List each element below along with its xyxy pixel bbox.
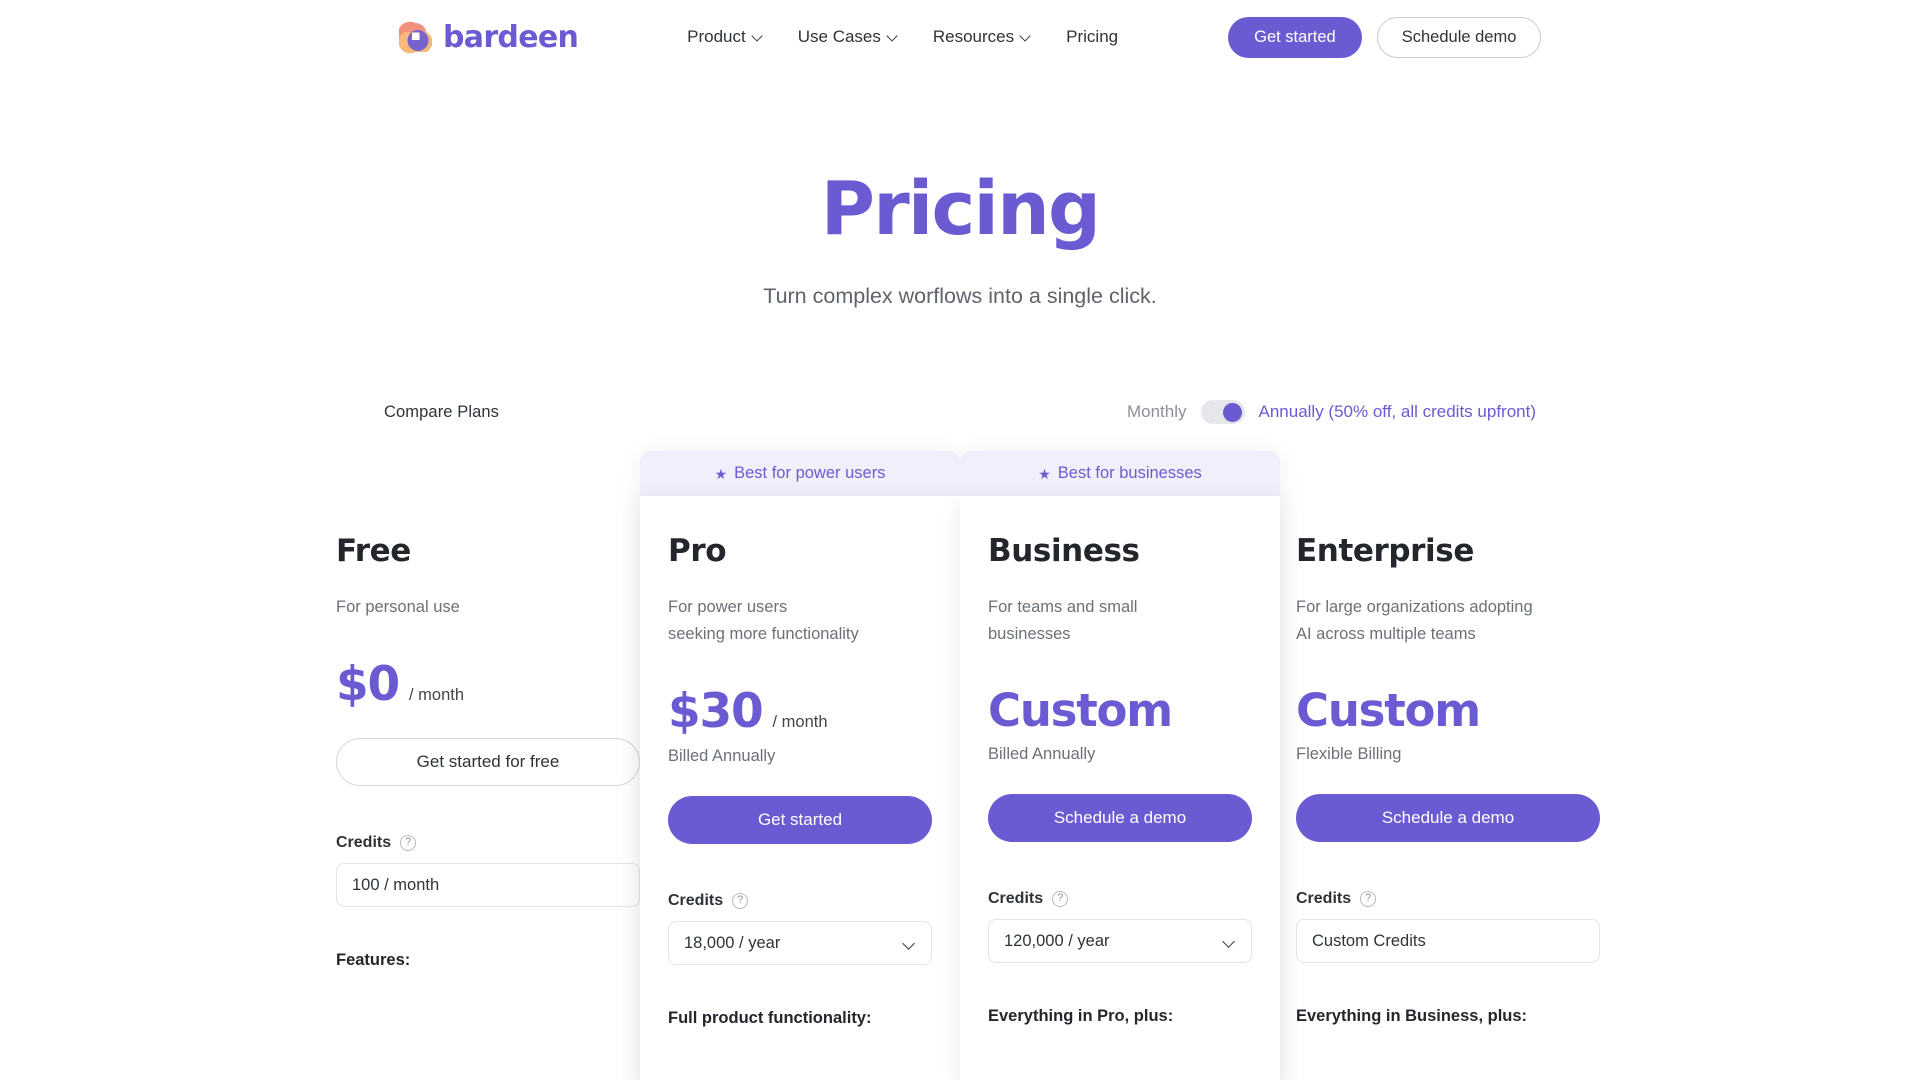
plan-cta-button[interactable]: Get started	[668, 796, 932, 845]
plan-cta-button[interactable]: Get started for free	[336, 738, 640, 787]
bardeen-logo-icon	[397, 21, 433, 54]
credits-label: Credits	[336, 834, 392, 852]
credits-select[interactable]: 18,000 / year	[668, 921, 932, 966]
plan-badge-label: Best for businesses	[1057, 464, 1202, 482]
get-started-button[interactable]: Get started	[1228, 16, 1362, 58]
billing-toggle-knob	[1222, 402, 1242, 422]
credits-input[interactable]: 100 / month	[336, 863, 640, 908]
header-actions: Get started Schedule demo	[1228, 16, 1542, 58]
billing-annual-label[interactable]: Annually (50% off, all credits upfront)	[1259, 402, 1537, 422]
chevron-down-icon	[1021, 31, 1032, 42]
plan-billed-note: Flexible Billing	[1296, 745, 1402, 764]
plan-body: Pro For power users seeking more functio…	[640, 496, 960, 1080]
plan-body: Business For teams and small businesses …	[960, 496, 1280, 1080]
pricing-plans-grid: Free For personal use $0 / month Get sta…	[320, 451, 1600, 1080]
plan-badge-label: Best for power users	[734, 464, 886, 482]
billing-toggle-switch[interactable]	[1200, 400, 1245, 424]
nav-item-label: Pricing	[1066, 27, 1119, 46]
credits-select[interactable]: 120,000 / year	[988, 919, 1252, 964]
plan-price: $30	[668, 684, 764, 740]
features-heading: Everything in Pro, plus:	[988, 1007, 1174, 1026]
plan-body: Enterprise For large organizations adopt…	[1280, 496, 1600, 1080]
plan-price: Custom	[988, 684, 1173, 738]
question-mark-icon[interactable]: ?	[1052, 891, 1069, 908]
page-title: Pricing	[820, 166, 1101, 252]
main-nav: Product Use Cases Resources Pricing	[687, 27, 1118, 47]
features-heading: Features:	[336, 951, 411, 970]
credits-label: Credits	[1296, 890, 1352, 908]
plan-name: Business	[988, 533, 1140, 569]
credits-label-row: Credits ?	[1296, 890, 1600, 908]
plan-card-business: ★ Best for businesses Business For teams…	[960, 451, 1280, 1080]
plan-description: For large organizations adopting AI acro…	[1296, 598, 1533, 644]
question-mark-icon[interactable]: ?	[400, 835, 417, 852]
plan-price-row: $0 / month	[336, 661, 640, 708]
plan-billed-note: Billed Annually	[668, 747, 776, 766]
credits-value: Custom Credits	[1312, 931, 1426, 950]
credits-value: 100 / month	[352, 875, 440, 894]
star-icon: ★	[1038, 465, 1051, 482]
nav-item-product[interactable]: Product	[687, 27, 764, 47]
plan-cta-button[interactable]: Schedule a demo	[1296, 794, 1600, 843]
plan-price-row: Custom	[988, 688, 1252, 733]
plan-description: For teams and small businesses	[988, 598, 1138, 644]
plan-badge: ★ Best for power users	[640, 451, 960, 496]
credits-label: Credits	[988, 890, 1044, 908]
nav-item-label: Use Cases	[797, 27, 881, 46]
nav-item-resources[interactable]: Resources	[933, 27, 1032, 47]
plan-badge: ★ Best for businesses	[960, 451, 1280, 496]
plan-billed-note: Billed Annually	[988, 745, 1096, 764]
plan-price: $0	[336, 657, 400, 713]
plan-price-suffix: / month	[772, 713, 828, 732]
chevron-down-icon	[753, 31, 764, 42]
credits-label-row: Credits ?	[668, 892, 932, 910]
bardeen-logo[interactable]: bardeen	[397, 19, 579, 55]
bardeen-logo-text: bardeen	[443, 19, 579, 55]
question-mark-icon[interactable]: ?	[732, 893, 749, 910]
credits-label: Credits	[668, 892, 724, 910]
credits-value: 18,000 / year	[684, 933, 781, 952]
plan-description: For personal use	[336, 598, 460, 616]
chevron-down-icon	[888, 31, 899, 42]
plan-price-suffix: / month	[409, 686, 465, 705]
plan-price-row: Custom	[1296, 688, 1600, 733]
credits-input[interactable]: Custom Credits	[1296, 919, 1600, 964]
features-heading: Full product functionality:	[668, 1009, 872, 1028]
chevron-down-icon	[903, 937, 916, 950]
plan-name: Enterprise	[1296, 533, 1474, 569]
chevron-down-icon	[1223, 935, 1236, 948]
plan-card-enterprise: Enterprise For large organizations adopt…	[1280, 451, 1600, 1080]
plan-card-free: Free For personal use $0 / month Get sta…	[320, 451, 640, 1080]
compare-plans-label: Compare Plans	[384, 402, 500, 421]
hero-section: Pricing Turn complex worflows into a sin…	[0, 172, 1920, 309]
plan-price-row: $30 / month	[668, 688, 932, 735]
billing-period-toggle[interactable]: Monthly Annually (50% off, all credits u…	[1127, 400, 1536, 424]
billing-monthly-label[interactable]: Monthly	[1127, 402, 1187, 422]
schedule-demo-button[interactable]: Schedule demo	[1376, 16, 1542, 58]
nav-item-pricing[interactable]: Pricing	[1066, 27, 1118, 47]
plan-body: Free For personal use $0 / month Get sta…	[320, 496, 640, 1080]
plan-name: Free	[336, 533, 411, 569]
nav-item-use-cases[interactable]: Use Cases	[798, 27, 899, 47]
plan-name: Pro	[668, 533, 727, 569]
compare-plans-bar: Compare Plans Monthly Annually (50% off,…	[320, 400, 1600, 424]
nav-item-label: Resources	[932, 27, 1015, 46]
credits-label-row: Credits ?	[988, 890, 1252, 908]
star-icon: ★	[714, 465, 728, 482]
question-mark-icon[interactable]: ?	[1360, 891, 1377, 908]
page-subtitle: Turn complex worflows into a single clic…	[763, 284, 1157, 308]
features-heading: Everything in Business, plus:	[1296, 1007, 1528, 1026]
plan-price: Custom	[1296, 684, 1481, 738]
nav-item-label: Product	[687, 27, 746, 46]
plan-description: For power users seeking more functionali…	[668, 598, 859, 644]
plan-card-pro: ★ Best for power users Pro For power use…	[640, 451, 960, 1080]
credits-label-row: Credits ?	[336, 834, 640, 852]
site-header: bardeen Product Use Cases Resources Pric…	[0, 0, 1920, 74]
credits-value: 120,000 / year	[1004, 931, 1110, 950]
plan-cta-button[interactable]: Schedule a demo	[988, 794, 1252, 843]
